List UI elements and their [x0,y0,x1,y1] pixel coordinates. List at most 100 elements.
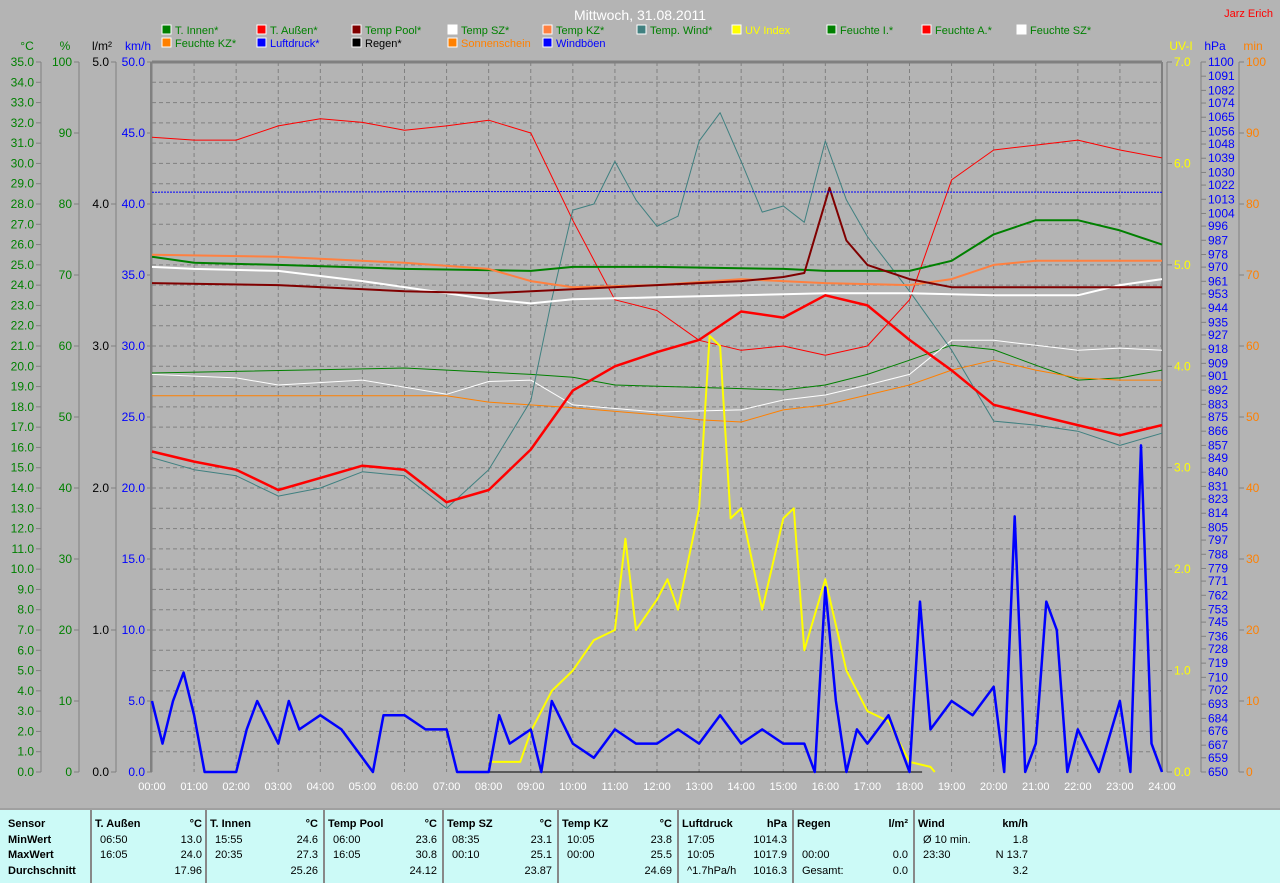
sunshine-minutes-tick-label: 30 [1246,552,1260,566]
legend-swatch-icon [542,37,553,48]
stats-time: 10:05 [687,849,715,861]
temp-tick-label: 6.0 [17,643,34,657]
stats-time: 08:35 [452,834,480,846]
stats-column-divider [557,810,559,883]
stats-group-title: Temp SZ [447,818,493,830]
stats-group-unit: hPa [766,818,787,830]
pressure-tick-label: 944 [1208,301,1228,315]
stats-group-title: T. Außen [95,818,141,830]
stats-time: ^1.7hPa/h [687,865,737,877]
legend-item: Sonnenschein [447,37,531,50]
temp-tick-label: 1.0 [17,745,34,759]
pressure-tick-label: 1039 [1208,151,1235,165]
legend-swatch-icon [447,37,458,48]
sunshine-minutes-tick-label: 0 [1246,765,1253,779]
temp-tick-label: 25.0 [11,258,35,272]
pressure-tick-label: 676 [1208,724,1228,738]
x-tick-label: 22:00 [1064,781,1092,793]
uv-tick-label: 1.0 [1174,664,1191,678]
legend-swatch-icon [542,24,553,35]
uv-axis-title: UV-I [1169,39,1192,53]
pressure-tick-label: 849 [1208,451,1228,465]
pressure-tick-label: 1091 [1208,69,1235,83]
temp-tick-label: 21.0 [11,339,35,353]
stats-value: 25.26 [290,865,318,877]
legend-label: Temp KZ* [556,25,605,37]
wind-axis-title: km/h [125,39,151,53]
stats-group-unit: °C [189,818,202,830]
stats-value: N 13.7 [995,849,1028,861]
temp-tick-label: 22.0 [11,319,35,333]
uv-tick-label: 4.0 [1174,359,1191,373]
humidity-tick-label: 80 [59,197,73,211]
humidity-tick-label: 40 [59,481,73,495]
stats-column-divider [792,810,794,883]
humidity-tick-label: 20 [59,623,73,637]
uv-tick-label: 5.0 [1174,258,1191,272]
stats-value: 1016.3 [753,865,787,877]
sunshine-minutes-tick-label: 70 [1246,268,1260,282]
rain-tick-label: 3.0 [92,339,109,353]
sunshine-minutes-tick-label: 20 [1246,623,1260,637]
temp-tick-label: 19.0 [11,380,35,394]
sunshine-minutes-tick-label: 90 [1246,126,1260,140]
stats-group-unit: l/m² [888,818,908,830]
pressure-tick-label: 762 [1208,588,1228,602]
stats-value: 23.8 [650,834,672,846]
stats-time: 06:50 [100,834,128,846]
x-tick-label: 10:00 [559,781,587,793]
x-tick-label: 02:00 [222,781,250,793]
x-tick-label: 05:00 [349,781,377,793]
uv-tick-label: 3.0 [1174,461,1191,475]
humidity-axis-title: % [60,39,71,53]
stats-value: 25.1 [530,849,552,861]
temp-tick-label: 18.0 [11,400,35,414]
x-tick-label: 18:00 [896,781,924,793]
rain-tick-label: 4.0 [92,197,109,211]
temp-tick-label: 35.0 [11,55,35,69]
temp-tick-label: 11.0 [12,542,35,556]
legend-swatch-icon [1016,24,1027,35]
legend-swatch-icon [161,24,172,35]
legend-item: T. Innen* [161,24,219,37]
stats-time: 17:05 [687,834,715,846]
stats-value: 24.6 [296,834,318,846]
x-tick-label: 21:00 [1022,781,1050,793]
stats-value: 23.87 [524,865,552,877]
stats-time: Ø 10 min. [923,834,971,846]
pressure-tick-label: 728 [1208,642,1228,656]
pressure-tick-label: 814 [1208,506,1228,520]
pressure-tick-label: 875 [1208,410,1228,424]
sunshine-minutes-tick-label: 50 [1246,410,1260,424]
stats-time: Gesamt: [802,865,844,877]
legend-item: T. Außen* [256,24,318,37]
stats-value: 25.5 [650,849,672,861]
pressure-tick-label: 823 [1208,492,1228,506]
legend-label: Temp SZ* [461,25,510,37]
pressure-tick-label: 927 [1208,328,1228,342]
stats-value: 24.12 [409,865,437,877]
x-tick-label: 13:00 [685,781,713,793]
stats-value: 23.1 [530,834,552,846]
legend-swatch-icon [256,37,267,48]
legend-label: T. Innen* [175,25,219,37]
pressure-tick-label: 693 [1208,697,1228,711]
temp-tick-label: 30.0 [11,156,35,170]
stats-group-title: Temp KZ [562,818,609,830]
stats-group-unit: °C [659,818,672,830]
pressure-tick-label: 866 [1208,424,1228,438]
legend-item: UV Index [731,24,791,37]
wind-tick-label: 50.0 [122,55,146,69]
legend-item: Feuchte A.* [921,24,993,37]
temp-tick-label: 31.0 [11,136,35,150]
humidity-tick-label: 100 [52,55,72,69]
stats-group-title: Luftdruck [682,818,733,830]
uv-tick-label: 2.0 [1174,562,1191,576]
legend-swatch-icon [256,24,267,35]
x-tick-label: 17:00 [854,781,882,793]
pressure-tick-label: 719 [1208,656,1228,670]
legend-swatch-icon [731,24,742,35]
temp-tick-label: 0.0 [17,765,34,779]
legend-item: Luftdruck* [256,37,320,50]
temp-tick-label: 9.0 [17,582,34,596]
